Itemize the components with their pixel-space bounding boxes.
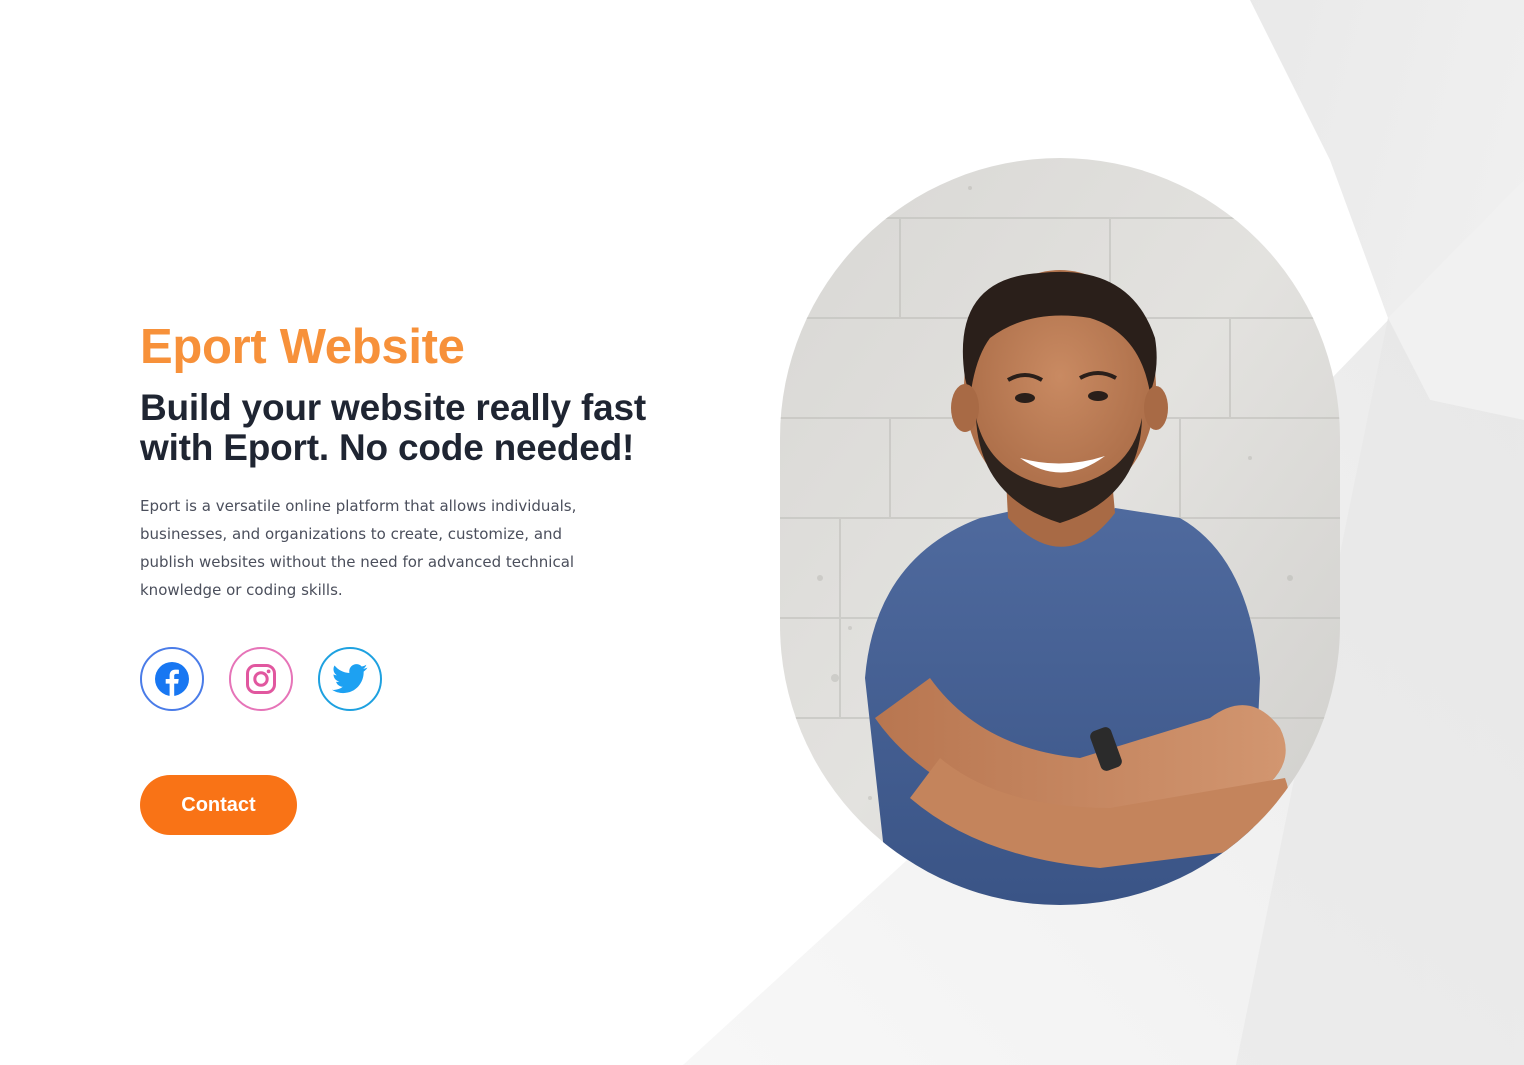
contact-button[interactable]: Contact	[140, 775, 297, 835]
twitter-button[interactable]	[318, 647, 382, 711]
hero-headline: Build your website really fast with Epor…	[140, 387, 646, 468]
instagram-button[interactable]	[229, 647, 293, 711]
instagram-icon	[246, 664, 276, 694]
twitter-icon	[332, 664, 368, 694]
facebook-button[interactable]	[140, 647, 204, 711]
portrait-photo	[780, 158, 1340, 905]
social-links	[140, 647, 382, 711]
hero-description: Eport is a versatile online platform tha…	[140, 497, 577, 599]
brand-title: Eport Website	[140, 320, 465, 374]
facebook-icon	[155, 662, 189, 696]
hero-text: Eport Website Build your website really …	[140, 318, 700, 604]
